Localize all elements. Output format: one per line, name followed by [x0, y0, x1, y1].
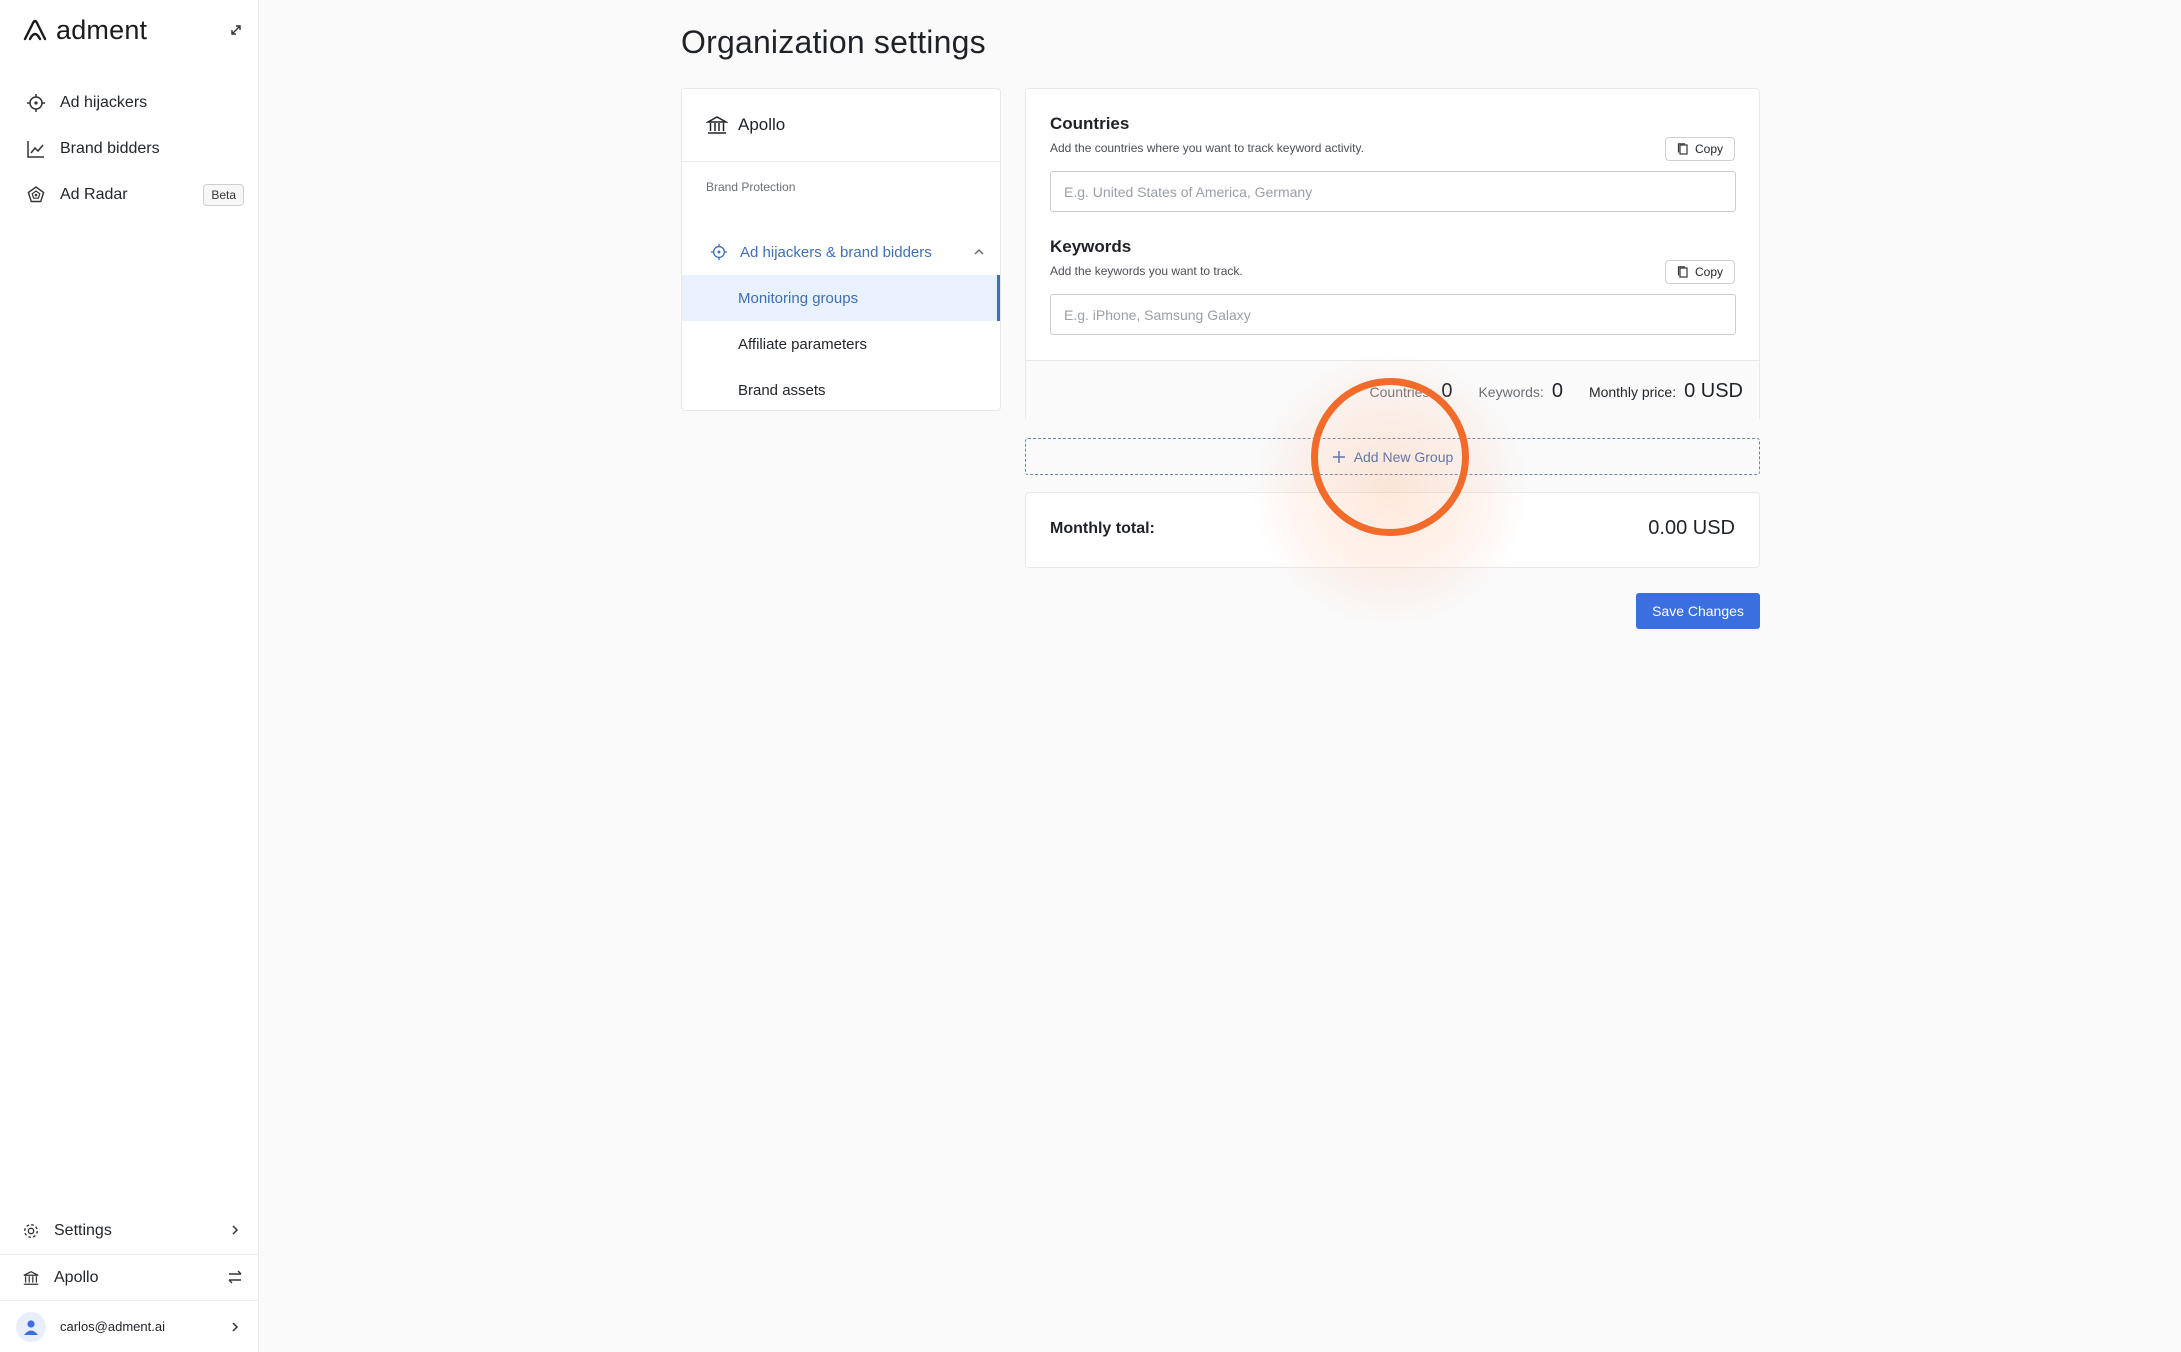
countries-count: Countries: 0: [1370, 380, 1453, 403]
add-new-group-label: Add New Group: [1353, 448, 1454, 465]
settings-label: Settings: [54, 1222, 112, 1239]
org-header: Apollo: [682, 89, 1000, 162]
menu-brand-assets[interactable]: Brand assets: [682, 367, 1000, 413]
sidebar-footer: Settings Apollo carlos@adment.ai: [0, 1208, 259, 1352]
plus-icon: [1332, 450, 1345, 463]
avatar: [16, 1311, 46, 1342]
sidebar: adment Ad hijackers Brand bidders Ad Rad…: [0, 0, 259, 1352]
menu-item-label: Affiliate parameters: [738, 335, 867, 353]
menu-item-label: Monitoring groups: [738, 289, 859, 307]
user-menu[interactable]: carlos@adment.ai: [0, 1300, 259, 1352]
countries-count-label: Countries:: [1369, 383, 1434, 400]
adment-logo-icon: [23, 19, 47, 41]
keywords-count-value: 0: [1551, 379, 1563, 402]
copy-countries-button[interactable]: Copy: [1665, 137, 1735, 161]
menu-item-label: Brand assets: [738, 381, 826, 399]
bank-icon: [706, 116, 728, 134]
chevron-right-icon: [232, 1225, 239, 1235]
copy-label: Copy: [1694, 142, 1723, 156]
copy-keywords-button[interactable]: Copy: [1665, 260, 1735, 284]
countries-count-value: 0: [1441, 379, 1453, 402]
keywords-description: Add the keywords you want to track.: [1050, 264, 1243, 278]
monitoring-group-card: Countries Add the countries where you wa…: [1025, 88, 1760, 421]
settings-menu[interactable]: Settings: [0, 1208, 259, 1254]
main-nav: Ad hijackers Brand bidders Ad Radar Beta: [0, 80, 259, 218]
menu-ad-hijackers-brand-bidders[interactable]: Ad hijackers & brand bidders: [682, 229, 1000, 275]
user-email: carlos@adment.ai: [60, 1319, 165, 1334]
collapse-sidebar-icon[interactable]: [226, 20, 246, 40]
org-switcher[interactable]: Apollo: [0, 1254, 259, 1300]
nav-item-ad-radar[interactable]: Ad Radar Beta: [0, 172, 259, 218]
copy-icon: [1677, 143, 1688, 155]
add-new-group-button[interactable]: Add New Group: [1025, 438, 1760, 475]
org-settings-menu: Apollo Brand Protection Ad hijackers & b…: [681, 88, 1001, 411]
group-summary: Countries: 0 Keywords: 0 Monthly price: …: [1026, 360, 1759, 421]
monthly-price-value: 0 USD: [1684, 379, 1743, 402]
monthly-total-card: Monthly total: 0.00 USD: [1025, 492, 1760, 568]
nav-item-label: Brand bidders: [60, 140, 160, 157]
org-name: Apollo: [54, 1268, 99, 1286]
menu-affiliate-parameters[interactable]: Affiliate parameters: [682, 321, 1000, 367]
nav-item-ad-hijackers[interactable]: Ad hijackers: [0, 80, 259, 126]
page-title: Organization settings: [681, 24, 986, 60]
org-name: Apollo: [738, 115, 786, 134]
nav-item-label: Ad Radar: [60, 186, 128, 203]
keywords-title: Keywords: [1050, 237, 1132, 256]
menu-monitoring-groups[interactable]: Monitoring groups: [682, 275, 1000, 321]
copy-icon: [1677, 266, 1688, 278]
chevron-right-icon: [232, 1322, 239, 1332]
line-chart-icon: [27, 141, 44, 158]
copy-label: Copy: [1694, 265, 1723, 279]
brand[interactable]: adment: [22, 14, 147, 46]
monthly-price-label: Monthly price:: [1588, 383, 1677, 400]
bank-icon: [23, 1270, 39, 1285]
countries-input[interactable]: [1050, 171, 1736, 212]
menu-parent-label: Ad hijackers & brand bidders: [740, 243, 932, 261]
keywords-count: Keywords: 0: [1478, 380, 1562, 403]
beta-badge: Beta: [203, 184, 244, 206]
switch-arrows-icon: [228, 1270, 242, 1284]
keywords-input[interactable]: [1050, 294, 1736, 335]
monthly-total-value: 0.00 USD: [1648, 517, 1735, 539]
chevron-up-icon[interactable]: [972, 245, 986, 259]
brand-name: adment: [56, 14, 148, 45]
user-icon: [24, 1319, 38, 1335]
monthly-total-label: Monthly total:: [1050, 520, 1155, 537]
section-label: Brand Protection: [706, 180, 796, 194]
countries-description: Add the countries where you want to trac…: [1050, 141, 1364, 155]
keywords-count-label: Keywords:: [1478, 383, 1544, 400]
radar-icon: [27, 186, 45, 203]
nav-item-label: Ad hijackers: [60, 94, 148, 111]
save-changes-button[interactable]: Save Changes: [1636, 593, 1760, 629]
crosshair-icon: [710, 243, 728, 261]
monthly-price: Monthly price: 0 USD: [1589, 380, 1743, 403]
countries-title: Countries: [1050, 114, 1130, 133]
nav-item-brand-bidders[interactable]: Brand bidders: [0, 126, 259, 172]
gear-icon: [24, 1224, 38, 1238]
crosshair-icon: [27, 94, 45, 112]
